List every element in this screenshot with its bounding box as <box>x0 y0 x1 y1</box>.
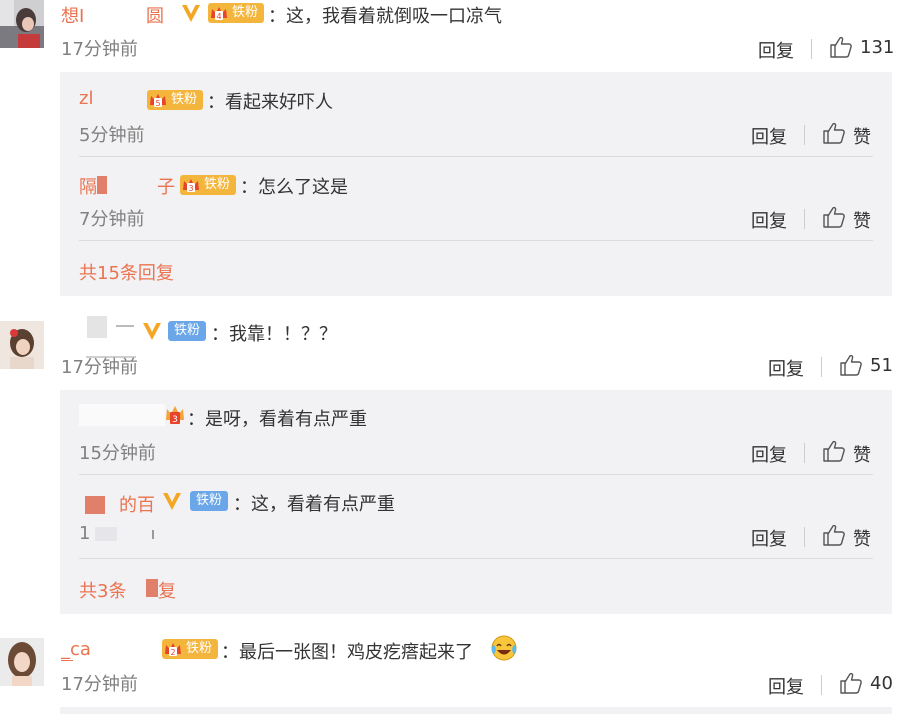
thumbs-up-icon[interactable] <box>822 523 846 547</box>
more-replies-link[interactable]: 共15条回复 <box>79 259 174 285</box>
svg-text:3: 3 <box>188 184 193 193</box>
reply-button[interactable]: 回复 <box>768 673 804 699</box>
fan-crown-icon: 5 <box>150 94 166 108</box>
verified-v-icon <box>182 5 200 22</box>
reply-text: ：看起来好吓人 <box>207 92 333 113</box>
comment-time: 17分钟前 <box>61 674 138 695</box>
like-count: 51 <box>870 355 893 376</box>
reply-name[interactable]: 隔 <box>79 173 97 199</box>
reply-time: 1 <box>79 523 91 544</box>
redacted-mark <box>95 527 117 541</box>
like-button[interactable]: 赞 <box>853 525 871 551</box>
reply-list: zl 5 铁粉 ：看起来好吓人 5分钟前 回复 赞 隔 子 3 铁粉 ：怎么了这… <box>60 72 892 296</box>
fan-crown-icon: 3 <box>166 406 184 425</box>
redacted-name <box>116 325 134 327</box>
like-button[interactable]: 赞 <box>853 123 871 149</box>
reply-divider <box>79 558 873 559</box>
reply-divider <box>79 474 873 475</box>
thumbs-up-icon[interactable] <box>822 205 846 229</box>
reply-list <box>60 707 892 714</box>
verified-v-icon <box>143 323 161 340</box>
reply-text: ：怎么了这是 <box>240 177 348 198</box>
reply-text: ：是呀，看着有点严重 <box>187 409 367 430</box>
fan-crown-icon: 2 <box>165 643 181 657</box>
fan-badge[interactable]: 铁粉 <box>190 491 229 511</box>
action-divider <box>804 443 805 463</box>
reply-button[interactable]: 回复 <box>751 441 787 467</box>
fan-badge-label: 铁粉 <box>196 493 223 508</box>
action-divider <box>821 357 822 377</box>
comment-time: 17分钟前 <box>61 39 138 60</box>
fan-badge[interactable]: 5 铁粉 <box>147 90 204 110</box>
action-divider <box>804 125 805 145</box>
like-count: 131 <box>860 37 895 58</box>
thumbs-up-icon[interactable] <box>822 439 846 463</box>
reply-time: 5分钟前 <box>79 125 145 146</box>
reply-time: 15分钟前 <box>79 443 156 464</box>
comment-text: ：我靠！！？？ <box>211 324 337 345</box>
avatar-comment-3[interactable] <box>0 638 44 686</box>
like-count: 40 <box>870 673 893 694</box>
more-replies-link[interactable]: 共3条 <box>79 577 126 603</box>
action-divider <box>804 527 805 547</box>
reply-button[interactable]: 回复 <box>751 525 787 551</box>
redacted-mark <box>152 530 154 539</box>
fan-badge-label: 铁粉 <box>186 641 213 656</box>
reply-divider <box>79 156 873 157</box>
action-divider <box>821 675 822 695</box>
redacted-name <box>79 404 165 426</box>
fan-badge-label: 铁粉 <box>174 323 201 338</box>
svg-text:4: 4 <box>216 12 221 21</box>
redacted-name <box>85 496 105 514</box>
laugh-cry-emoji-icon <box>491 635 517 661</box>
reply-button[interactable]: 回复 <box>751 207 787 233</box>
fan-badge-label: 铁粉 <box>171 92 198 107</box>
commenter-name[interactable]: _ca <box>61 639 91 660</box>
svg-text:3: 3 <box>172 415 178 425</box>
redacted-mark <box>61 660 73 661</box>
fan-crown-icon: 3 <box>183 179 199 193</box>
fan-badge[interactable]: 铁粉 <box>168 321 207 341</box>
thumbs-up-icon[interactable] <box>839 671 863 695</box>
more-replies-link-tail[interactable]: 复 <box>158 577 176 603</box>
fan-badge[interactable]: 4 铁粉 <box>208 3 265 23</box>
redacted-name <box>87 316 107 338</box>
avatar-comment-1[interactable] <box>0 0 44 48</box>
svg-text:2: 2 <box>170 648 175 657</box>
reply-name[interactable]: 的百 <box>119 491 155 517</box>
thumbs-up-icon[interactable] <box>829 35 853 59</box>
verified-v-icon <box>163 493 181 510</box>
reply-time: 7分钟前 <box>79 209 145 230</box>
like-button[interactable]: 赞 <box>853 207 871 233</box>
reply-name-tail[interactable]: 子 <box>157 173 175 199</box>
comment-text: ：最后一张图！鸡皮疙瘩起来了 <box>221 642 473 663</box>
redacted-name <box>92 0 144 26</box>
svg-text:5: 5 <box>155 99 160 108</box>
reply-button[interactable]: 回复 <box>751 123 787 149</box>
reply-divider <box>79 240 873 241</box>
fan-badge-label: 铁粉 <box>232 5 259 20</box>
reply-button[interactable]: 回复 <box>758 37 794 63</box>
reply-name[interactable]: zl <box>79 88 93 109</box>
fan-badge[interactable]: 2 铁粉 <box>162 639 219 659</box>
redacted-name <box>97 176 107 194</box>
thumbs-up-icon[interactable] <box>839 353 863 377</box>
thumbs-up-icon[interactable] <box>822 121 846 145</box>
commenter-name-tail[interactable]: 圆 <box>146 2 164 28</box>
comment-text: ：这，我看着就倒吸一口凉气 <box>268 6 502 27</box>
avatar-comment-2[interactable] <box>0 321 44 369</box>
fan-badge[interactable]: 3 铁粉 <box>180 175 237 195</box>
reply-button[interactable]: 回复 <box>768 355 804 381</box>
action-divider <box>811 39 812 59</box>
redacted-mark <box>146 579 158 597</box>
reply-list: 3 ：是呀，看着有点严重 15分钟前 回复 赞 的百 铁粉 ：这，看着有点严重 … <box>60 390 892 614</box>
commenter-name[interactable]: 想I <box>61 2 84 28</box>
fan-badge-label: 铁粉 <box>204 177 231 192</box>
reply-text: ：这，看着有点严重 <box>233 494 395 515</box>
fan-crown-icon: 4 <box>211 7 227 21</box>
action-divider <box>804 209 805 229</box>
like-button[interactable]: 赞 <box>853 441 871 467</box>
comment-time: 17分钟前 <box>61 357 138 378</box>
